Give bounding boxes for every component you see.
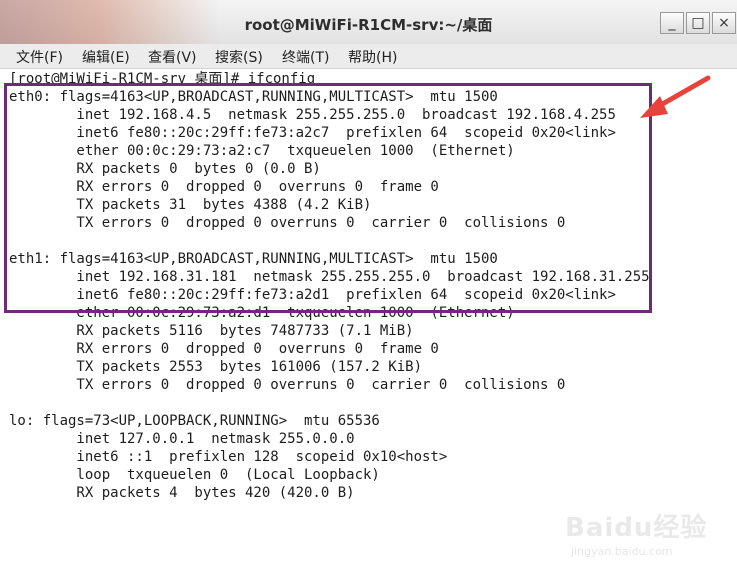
baidu-watermark: Baidu经验 jingyan.baidu.com [565, 507, 735, 569]
watermark-url: jingyan.baidu.com [571, 545, 673, 558]
annotation-arrow-icon [640, 75, 711, 118]
watermark-logo: Baidu经验 [565, 513, 708, 543]
terminal-window: root@MiWiFi-R1CM-srv:~/桌面 _ □ × 文件(F) 编辑… [0, 0, 737, 558]
